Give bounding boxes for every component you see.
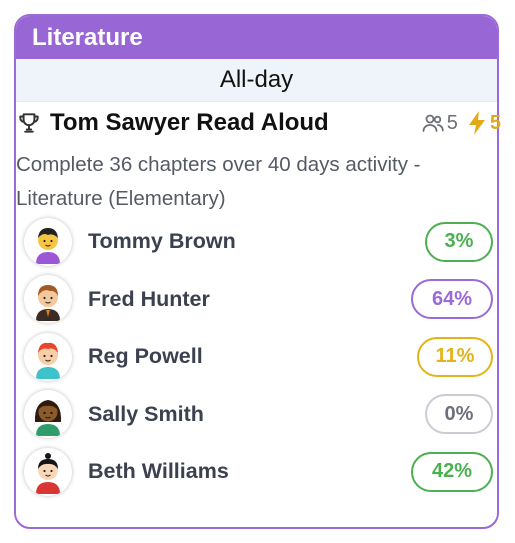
student-row[interactable]: Fred Hunter 64% [24,271,493,329]
student-name: Beth Williams [88,459,229,484]
period-label: All-day [16,59,497,102]
avatar [24,447,72,496]
points-value: 5 [489,111,501,134]
student-row[interactable]: Beth Williams 42% [24,443,493,501]
boy-avatar-icon [36,227,60,264]
avatar [24,390,72,439]
student-row[interactable]: Tommy Brown 3% [24,213,493,271]
student-name: Reg Powell [88,344,203,369]
participants-count: 5 [421,111,458,135]
users-icon [422,114,444,132]
student-row[interactable]: Sally Smith 0% [24,386,493,444]
student-name: Sally Smith [88,401,204,426]
subject-header: Literature [16,16,497,59]
progress-badge: 3% [425,221,493,262]
participants-value: 5 [446,111,458,134]
student-name: Fred Hunter [88,286,210,311]
student-row[interactable]: Reg Powell 11% [24,328,493,386]
progress-badge: 64% [411,279,493,320]
student-list: Tommy Brown 3% Fred Hunter 64% Reg Powel… [24,213,493,501]
boy-avatar-icon [36,285,60,322]
points-badge: 5 [466,110,501,136]
student-name: Tommy Brown [88,229,236,254]
progress-badge: 11% [417,336,493,377]
progress-badge: 42% [411,451,493,492]
avatar [24,275,72,324]
activity-title-row: Tom Sawyer Read Aloud 5 5 [16,106,501,140]
boy-avatar-icon [36,342,60,379]
girl-avatar-icon [36,452,60,494]
activity-title[interactable]: Tom Sawyer Read Aloud [50,109,421,137]
avatar [24,217,72,266]
avatar [24,332,72,381]
activity-description: Complete 36 chapters over 40 days activi… [16,153,421,210]
lightning-icon [468,111,485,135]
progress-badge: 0% [425,394,493,435]
girl-avatar-icon [34,400,62,437]
trophy-icon [19,113,39,133]
